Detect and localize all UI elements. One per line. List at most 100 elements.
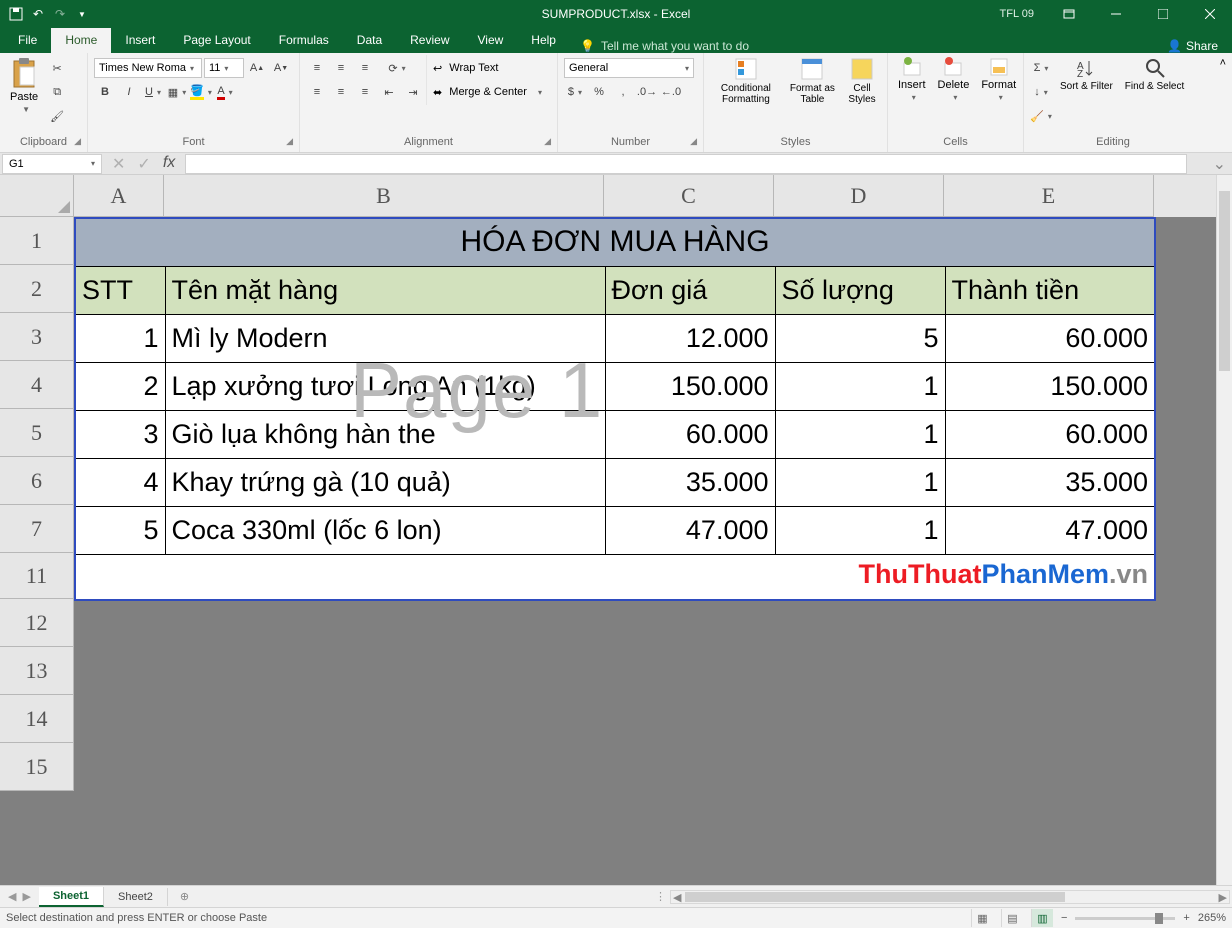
cell[interactable]: 5 xyxy=(75,506,165,554)
cell[interactable]: 1 xyxy=(775,458,945,506)
qat-dropdown-icon[interactable]: ▼ xyxy=(74,6,90,22)
row-header-2[interactable]: 2 xyxy=(0,265,74,313)
row-header-1[interactable]: 1 xyxy=(0,217,74,265)
decrease-font-icon[interactable]: A▼ xyxy=(270,57,292,79)
tab-formulas[interactable]: Formulas xyxy=(265,28,343,53)
tab-page-layout[interactable]: Page Layout xyxy=(169,28,264,53)
dialog-launcher-icon[interactable]: ◢ xyxy=(544,136,551,147)
wrap-text-button[interactable]: ↩ Wrap Text xyxy=(433,57,542,79)
sheet-tab-2[interactable]: Sheet2 xyxy=(104,888,168,906)
row-header-5[interactable]: 5 xyxy=(0,409,74,457)
row-header-13[interactable]: 13 xyxy=(0,647,74,695)
cell[interactable]: 1 xyxy=(775,410,945,458)
row-header-15[interactable]: 15 xyxy=(0,743,74,791)
minimize-icon[interactable] xyxy=(1093,0,1138,28)
sheet-tab-1[interactable]: Sheet1 xyxy=(39,887,104,907)
col-header-A[interactable]: A xyxy=(74,175,164,217)
increase-font-icon[interactable]: A▲ xyxy=(246,57,268,79)
clear-icon[interactable]: 🧹▾ xyxy=(1030,105,1052,127)
col-header-C[interactable]: C xyxy=(604,175,774,217)
cell[interactable]: 4 xyxy=(75,458,165,506)
tab-data[interactable]: Data xyxy=(343,28,396,53)
dialog-launcher-icon[interactable]: ◢ xyxy=(690,136,697,147)
row-header-7[interactable]: 7 xyxy=(0,505,74,553)
zoom-level[interactable]: 265% xyxy=(1198,912,1226,924)
font-name-combo[interactable]: Times New Roma▾ xyxy=(94,58,202,78)
fill-color-icon[interactable]: 🪣▾ xyxy=(190,81,212,103)
tab-insert[interactable]: Insert xyxy=(111,28,169,53)
col-header-B[interactable]: B xyxy=(164,175,604,217)
decrease-indent-icon[interactable]: ⇤ xyxy=(378,81,400,103)
align-center-icon[interactable]: ≡ xyxy=(330,81,352,103)
cell[interactable]: 1 xyxy=(75,314,165,362)
cell[interactable]: 12.000 xyxy=(605,314,775,362)
format-cells-button[interactable]: Format▾ xyxy=(975,55,1022,104)
close-icon[interactable] xyxy=(1187,0,1232,28)
formula-bar[interactable] xyxy=(185,154,1186,174)
fill-icon[interactable]: ↓▾ xyxy=(1030,81,1052,103)
currency-icon[interactable]: $▾ xyxy=(564,81,586,103)
expand-formula-icon[interactable]: ⌄ xyxy=(1207,154,1232,174)
align-top-icon[interactable]: ≡ xyxy=(306,57,328,79)
normal-view-icon[interactable]: ▦ xyxy=(971,909,993,927)
tab-split-icon[interactable]: ⋮ xyxy=(651,890,670,903)
fx-icon[interactable]: fx xyxy=(163,154,175,174)
select-all-corner[interactable] xyxy=(0,175,74,217)
ribbon-display-icon[interactable] xyxy=(1046,0,1091,28)
cell[interactable]: 60.000 xyxy=(945,410,1155,458)
cell[interactable]: 150.000 xyxy=(605,362,775,410)
conditional-formatting-button[interactable]: Conditional Formatting xyxy=(708,55,784,107)
cell-styles-button[interactable]: Cell Styles xyxy=(841,55,883,107)
copy-icon[interactable]: ⧉ xyxy=(46,81,68,103)
font-size-combo[interactable]: 11▾ xyxy=(204,58,244,78)
next-sheet-icon[interactable]: ▶ xyxy=(22,890,30,903)
share-button[interactable]: 👤 Share xyxy=(1153,39,1232,53)
footer-row[interactable]: ThuThuatPhanMem.vn xyxy=(75,554,1155,600)
paste-button[interactable]: Paste ▼ xyxy=(4,55,44,116)
row-header-14[interactable]: 14 xyxy=(0,695,74,743)
decrease-decimal-icon[interactable]: ←.0 xyxy=(660,81,682,103)
enter-formula-icon[interactable]: ✓ xyxy=(137,154,150,174)
row-header-4[interactable]: 4 xyxy=(0,361,74,409)
cell[interactable]: 60.000 xyxy=(945,314,1155,362)
zoom-slider[interactable] xyxy=(1075,917,1175,920)
font-color-icon[interactable]: A▾ xyxy=(214,81,236,103)
insert-cells-button[interactable]: Insert▾ xyxy=(892,55,932,104)
cell[interactable]: 60.000 xyxy=(605,410,775,458)
col-header-price[interactable]: Đơn giá xyxy=(605,266,775,314)
italic-button[interactable]: I xyxy=(118,81,140,103)
cell[interactable]: 3 xyxy=(75,410,165,458)
underline-button[interactable]: U▾ xyxy=(142,81,164,103)
cell[interactable]: 5 xyxy=(775,314,945,362)
cancel-formula-icon[interactable]: ✕ xyxy=(112,154,125,174)
comma-icon[interactable]: , xyxy=(612,81,634,103)
col-header-D[interactable]: D xyxy=(774,175,944,217)
tab-home[interactable]: Home xyxy=(51,28,111,53)
bold-button[interactable]: B xyxy=(94,81,116,103)
cell[interactable]: 35.000 xyxy=(945,458,1155,506)
col-header-total[interactable]: Thành tiền xyxy=(945,266,1155,314)
prev-sheet-icon[interactable]: ◀ xyxy=(8,890,16,903)
cell[interactable]: 1 xyxy=(775,506,945,554)
number-format-combo[interactable]: General▾ xyxy=(564,58,694,78)
tab-help[interactable]: Help xyxy=(517,28,570,53)
increase-decimal-icon[interactable]: .0→ xyxy=(636,81,658,103)
autosum-icon[interactable]: Σ▾ xyxy=(1030,57,1052,79)
redo-icon[interactable]: ↷ xyxy=(52,6,68,22)
percent-icon[interactable]: % xyxy=(588,81,610,103)
row-header-12[interactable]: 12 xyxy=(0,599,74,647)
tab-view[interactable]: View xyxy=(464,28,518,53)
tab-file[interactable]: File xyxy=(4,28,51,53)
user-name[interactable]: TFL 09 xyxy=(990,8,1044,20)
col-header-qty[interactable]: Số lượng xyxy=(775,266,945,314)
vertical-scrollbar[interactable] xyxy=(1216,175,1232,885)
align-middle-icon[interactable]: ≡ xyxy=(330,57,352,79)
row-header-11[interactable]: 11 xyxy=(0,553,74,599)
tell-me-search[interactable]: 💡 Tell me what you want to do xyxy=(580,39,749,53)
cut-icon[interactable]: ✂ xyxy=(46,57,68,79)
align-right-icon[interactable]: ≡ xyxy=(354,81,376,103)
tab-review[interactable]: Review xyxy=(396,28,463,53)
cell[interactable]: 2 xyxy=(75,362,165,410)
zoom-in-icon[interactable]: + xyxy=(1183,912,1189,924)
cell[interactable]: Coca 330ml (lốc 6 lon) xyxy=(165,506,605,554)
